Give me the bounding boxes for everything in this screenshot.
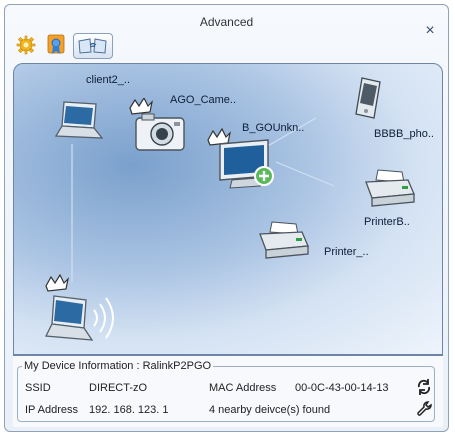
broadcasting-laptop-icon [44,273,114,341]
device-map: client2_.. AGO_Came.. B_GOUnkn.. BBBB_ph… [13,63,443,355]
wrench-icon [417,401,432,416]
profile-button[interactable] [43,33,69,57]
printer-icon [365,169,415,207]
mac-value: 00-0C-43-00-14-13 [295,382,389,394]
my-device-laptop[interactable] [42,273,118,354]
window-title: Advanced [199,15,254,29]
gear-icon [16,35,36,55]
device-info-panel: My Device Information : RalinkP2PGO SSID… [13,355,443,427]
wireless-cards-icon [78,38,107,54]
device-camera[interactable] [126,96,190,165]
ssid-label: SSID [25,382,51,394]
camera-icon [129,96,185,151]
refresh-button[interactable] [415,378,433,396]
device-phone[interactable] [352,76,384,125]
certificate-icon [47,34,65,54]
close-button[interactable]: × [422,23,438,39]
ssid-value: DIRECT-zO [89,382,148,394]
device-info-legend: My Device Information : RalinkP2PGO [24,360,212,372]
device-label-monitor: B_GOUnkn.. [242,122,305,134]
monitor-icon [207,127,274,189]
device-printer-b[interactable] [364,168,416,213]
toolbar [13,33,113,59]
device-label-printer: Printer_.. [324,246,369,258]
ip-label: IP Address [25,404,78,416]
device-printer[interactable] [258,220,310,265]
laptop-icon [54,101,104,139]
gear-button[interactable] [13,33,39,57]
wifi-direct-button[interactable] [73,33,113,59]
mac-label: MAC Address [209,382,277,394]
refresh-icon [417,379,431,395]
printer-icon [259,221,309,259]
advanced-window: Advanced × client2_.. AGO_Came.. B_GOUnk… [4,4,449,432]
nearby-status: 4 nearby deivce(s) found [209,404,331,416]
phone-icon [355,77,381,119]
device-client-laptop[interactable] [54,100,104,149]
tools-button[interactable] [415,400,433,418]
device-label-printer-b: PrinterB.. [364,216,410,228]
device-label-phone: BBBB_pho.. [374,128,434,140]
device-monitor[interactable] [206,127,278,199]
device-label-camera: AGO_Came.. [170,94,237,106]
device-label-client: client2_.. [86,74,131,86]
ip-value: 192. 168. 123. 1 [89,404,169,416]
